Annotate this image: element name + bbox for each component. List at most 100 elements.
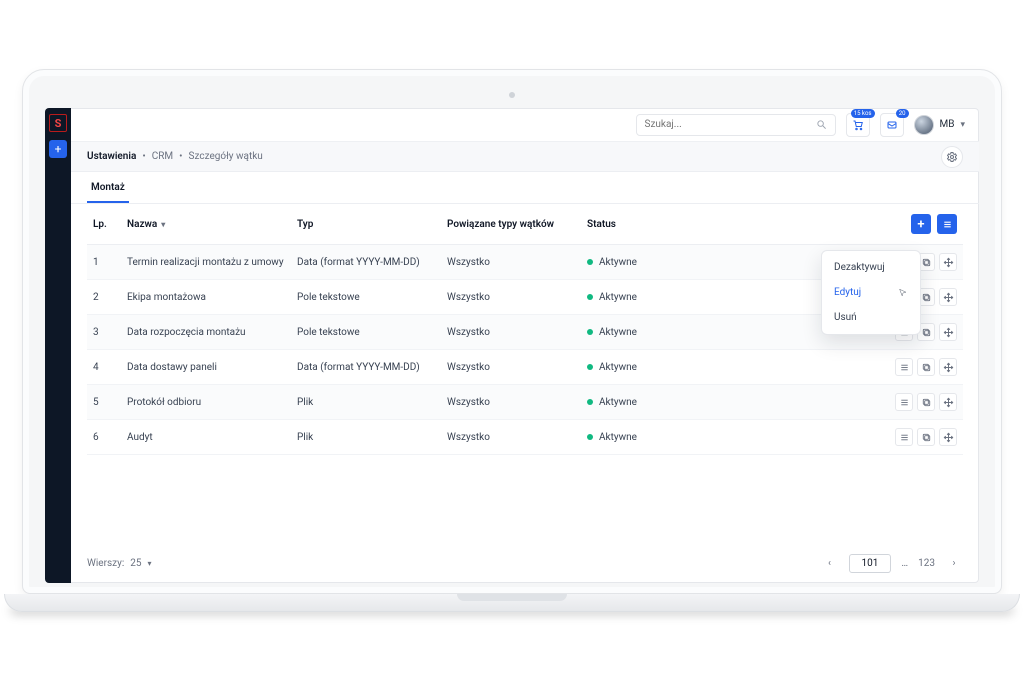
cell-name: Audyt bbox=[121, 420, 291, 455]
row-copy-button[interactable] bbox=[917, 428, 935, 446]
user-menu[interactable]: MB ▾ bbox=[914, 115, 966, 135]
status-dot-icon bbox=[587, 294, 593, 300]
pagination: ‹ 101 … 123 › bbox=[821, 554, 963, 573]
cell-status: Aktywne bbox=[581, 315, 701, 350]
table-row: 6AudytPlikWszystkoAktywne bbox=[87, 420, 963, 455]
row-drag-handle[interactable] bbox=[939, 393, 957, 411]
sort-indicator-icon: ▾ bbox=[161, 220, 165, 229]
col-lp[interactable]: Lp. bbox=[87, 204, 121, 245]
breadcrumb-bar: Ustawienia • CRM • Szczegóły wątku bbox=[71, 142, 979, 172]
cell-lp: 2 bbox=[87, 280, 121, 315]
ctx-deactivate[interactable]: Dezaktywuj bbox=[822, 255, 920, 280]
cell-status: Aktywne bbox=[581, 420, 701, 455]
cell-pow: Wszystko bbox=[441, 280, 581, 315]
col-stat[interactable]: Status bbox=[581, 204, 701, 245]
row-copy-button[interactable] bbox=[917, 358, 935, 376]
topbar: 15 kos 20 MB ▾ bbox=[71, 108, 979, 142]
global-search[interactable] bbox=[636, 114, 836, 136]
rows-per-page[interactable]: Wierszy: 25 ▾ bbox=[87, 558, 152, 569]
status-dot-icon bbox=[587, 329, 593, 335]
cell-name: Protokół odbioru bbox=[121, 385, 291, 420]
row-drag-handle[interactable] bbox=[939, 428, 957, 446]
app-logo[interactable]: S bbox=[49, 114, 67, 132]
col-typ[interactable]: Typ bbox=[291, 204, 441, 245]
row-menu-button[interactable] bbox=[895, 428, 913, 446]
cart-badge: 15 kos bbox=[851, 109, 875, 118]
laptop-notch bbox=[457, 594, 567, 601]
cell-lp: 5 bbox=[87, 385, 121, 420]
inbox-button[interactable]: 20 bbox=[880, 113, 904, 137]
breadcrumb: Ustawienia • CRM • Szczegóły wątku bbox=[87, 151, 263, 162]
ctx-delete[interactable]: Usuń bbox=[822, 305, 920, 330]
col-pow[interactable]: Powiązane typy wątków bbox=[441, 204, 581, 245]
status-dot-icon bbox=[587, 434, 593, 440]
cell-typ: Data (format YYYY-MM-DD) bbox=[291, 350, 441, 385]
laptop-camera bbox=[509, 92, 515, 98]
status-dot-icon bbox=[587, 399, 593, 405]
search-icon bbox=[816, 119, 827, 130]
settings-gear-button[interactable] bbox=[941, 146, 963, 168]
pager-current[interactable]: 101 bbox=[849, 554, 892, 573]
cell-name: Data dostawy paneli bbox=[121, 350, 291, 385]
cell-typ: Data (format YYYY-MM-DD) bbox=[291, 245, 441, 280]
cell-name: Termin realizacji montażu z umowy bbox=[121, 245, 291, 280]
cell-name: Data rozpoczęcia montażu bbox=[121, 315, 291, 350]
cell-typ: Pole tekstowe bbox=[291, 280, 441, 315]
status-dot-icon bbox=[587, 259, 593, 265]
col-actions: + bbox=[701, 204, 963, 245]
ctx-edit[interactable]: Edytuj bbox=[822, 280, 920, 305]
cell-typ: Plik bbox=[291, 385, 441, 420]
cart-button[interactable]: 15 kos bbox=[846, 113, 870, 137]
cell-status: Aktywne bbox=[581, 350, 701, 385]
cell-typ: Pole tekstowe bbox=[291, 315, 441, 350]
cursor-icon bbox=[898, 288, 908, 298]
user-initials: MB bbox=[940, 119, 955, 130]
cell-lp: 1 bbox=[87, 245, 121, 280]
laptop-mockup: S + 15 kos bbox=[22, 69, 1002, 612]
breadcrumb-mid[interactable]: CRM bbox=[152, 151, 173, 162]
cell-status: Aktywne bbox=[581, 385, 701, 420]
rail-add-button[interactable]: + bbox=[49, 140, 67, 158]
pager-next[interactable]: › bbox=[945, 558, 963, 569]
search-input[interactable] bbox=[645, 119, 816, 130]
cell-lp: 6 bbox=[87, 420, 121, 455]
app-screen: S + 15 kos bbox=[45, 108, 979, 583]
breadcrumb-leaf[interactable]: Szczegóły wątku bbox=[189, 151, 263, 162]
chevron-down-icon: ▾ bbox=[148, 559, 152, 568]
cell-status: Aktywne bbox=[581, 280, 701, 315]
row-copy-button[interactable] bbox=[917, 393, 935, 411]
col-name[interactable]: Nazwa▾ bbox=[121, 204, 291, 245]
row-menu-button[interactable] bbox=[895, 358, 913, 376]
chevron-down-icon: ▾ bbox=[960, 120, 965, 130]
tab-montaz[interactable]: Montaż bbox=[87, 172, 129, 203]
table-container: Lp. Nazwa▾ Typ Powiązane typy wątków Sta… bbox=[71, 204, 979, 544]
breadcrumb-root[interactable]: Ustawienia bbox=[87, 151, 136, 162]
table-footer: Wierszy: 25 ▾ ‹ 101 … 123 › bbox=[71, 544, 979, 583]
cell-pow: Wszystko bbox=[441, 420, 581, 455]
laptop-base bbox=[4, 594, 1020, 612]
pager-ellipsis: … bbox=[901, 558, 908, 569]
cell-pow: Wszystko bbox=[441, 385, 581, 420]
row-drag-handle[interactable] bbox=[939, 288, 957, 306]
cell-name: Ekipa montażowa bbox=[121, 280, 291, 315]
table-row: 4Data dostawy paneliData (format YYYY-MM… bbox=[87, 350, 963, 385]
row-drag-handle[interactable] bbox=[939, 323, 957, 341]
inbox-badge: 20 bbox=[896, 109, 909, 118]
row-drag-handle[interactable] bbox=[939, 358, 957, 376]
cell-typ: Plik bbox=[291, 420, 441, 455]
tab-bar: Montaż bbox=[71, 172, 979, 204]
nav-rail: S + bbox=[45, 108, 71, 583]
add-field-button[interactable]: + bbox=[911, 214, 931, 234]
status-dot-icon bbox=[587, 364, 593, 370]
cell-pow: Wszystko bbox=[441, 315, 581, 350]
pager-prev[interactable]: ‹ bbox=[821, 558, 839, 569]
row-context-menu: Dezaktywuj Edytuj Usuń bbox=[821, 250, 921, 335]
pager-last[interactable]: 123 bbox=[918, 558, 935, 569]
row-drag-handle[interactable] bbox=[939, 253, 957, 271]
row-menu-button[interactable] bbox=[895, 393, 913, 411]
laptop-bezel: S + 15 kos bbox=[22, 69, 1002, 594]
cell-pow: Wszystko bbox=[441, 350, 581, 385]
cell-pow: Wszystko bbox=[441, 245, 581, 280]
list-view-button[interactable] bbox=[937, 214, 957, 234]
avatar bbox=[914, 115, 934, 135]
